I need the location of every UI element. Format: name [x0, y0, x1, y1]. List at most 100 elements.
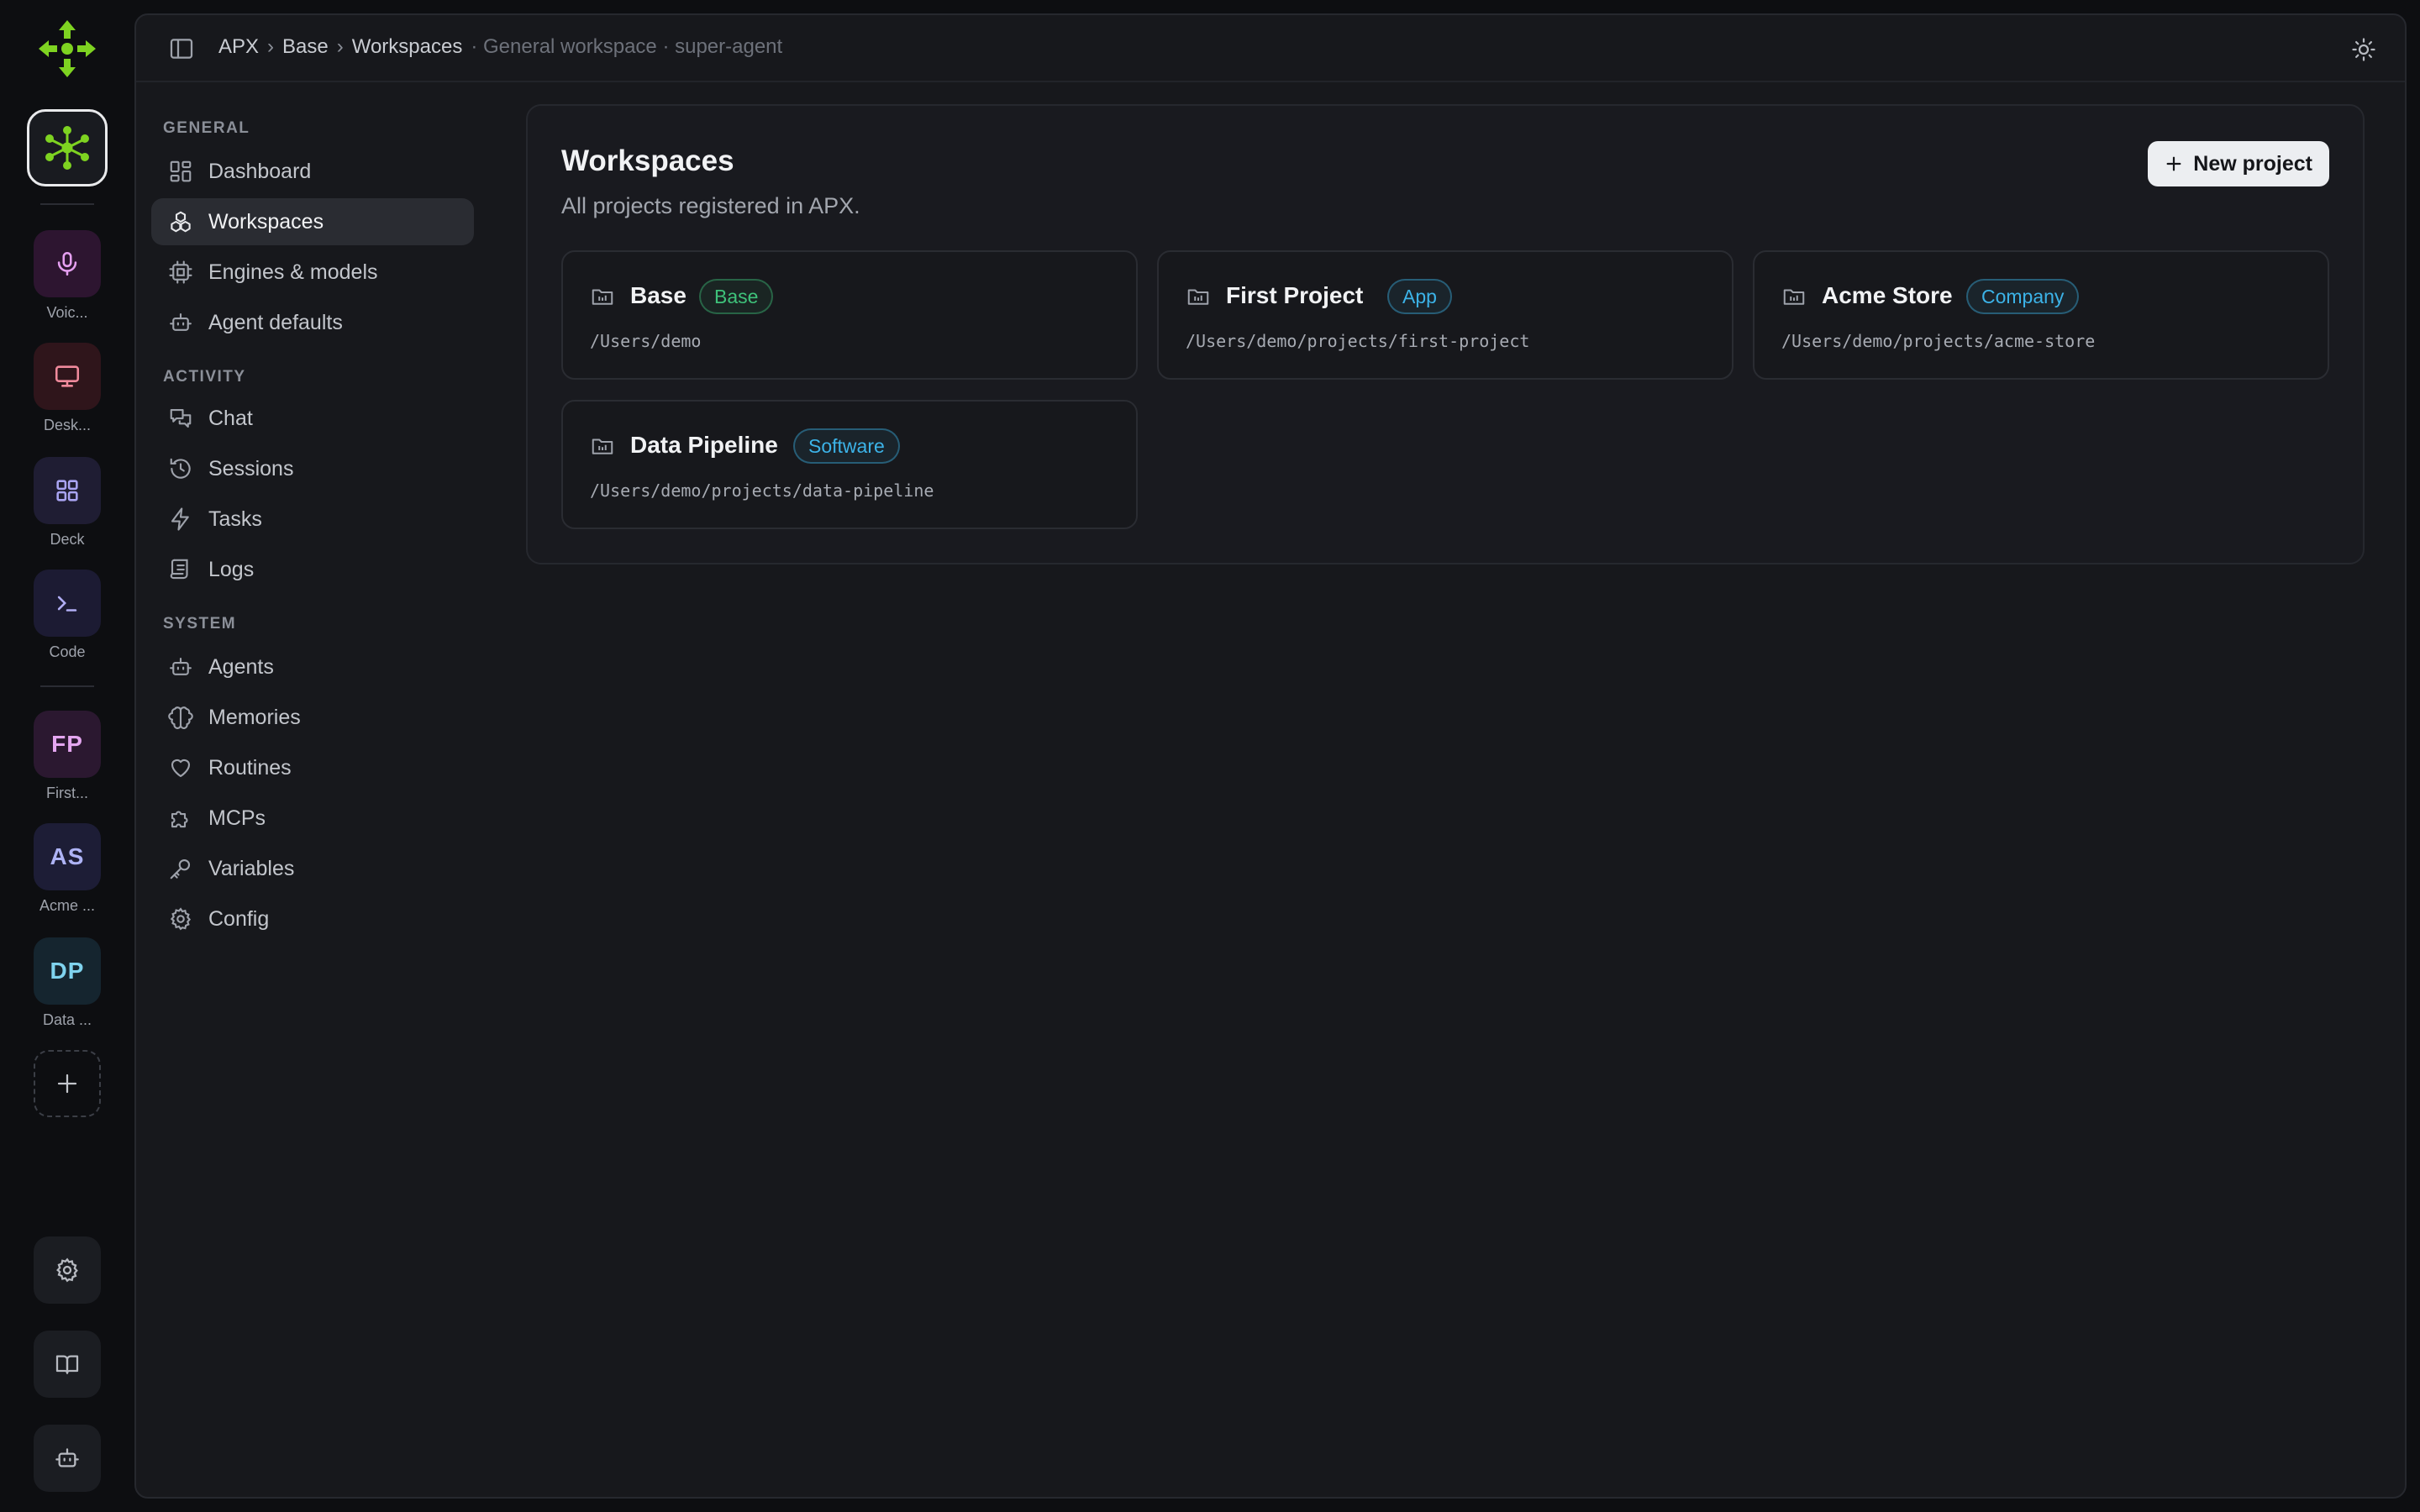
- rail-divider: [40, 685, 94, 687]
- sidebar-item-label: Engines & models: [208, 260, 378, 284]
- workspace-card-first-project[interactable]: First Project App /Users/demo/projects/f…: [1157, 250, 1733, 380]
- page-title: Workspaces: [561, 144, 734, 177]
- folder-icon: [592, 438, 613, 454]
- main-window: APX › Base › Workspaces · General worksp…: [134, 13, 2407, 1499]
- folder-icon: [1187, 289, 1209, 305]
- section-system: SYSTEM: [163, 615, 237, 633]
- rail-voice-button[interactable]: [34, 230, 101, 297]
- workspace-name: Base: [630, 282, 687, 308]
- workspace-type-badge: Company: [1966, 279, 2080, 314]
- rail-voice-label: Voic...: [46, 304, 88, 321]
- rail-code-label: Code: [49, 643, 86, 660]
- puzzle-icon: [171, 811, 188, 828]
- breadcrumb-separator: ›: [336, 35, 344, 58]
- breadcrumb-context: · General workspace · super-agent: [471, 35, 783, 58]
- section-activity: ACTIVITY: [163, 368, 246, 386]
- workspace-card-acme-store[interactable]: Acme Store Company /Users/demo/projects/…: [1753, 250, 2329, 380]
- breadcrumb-separator: ›: [267, 35, 275, 58]
- history-icon: [170, 458, 191, 479]
- robot-icon: [55, 1448, 79, 1467]
- apx-logo-icon[interactable]: [37, 18, 97, 79]
- breadcrumb-workspaces[interactable]: Workspaces: [352, 35, 463, 59]
- workspace-card-data-pipeline[interactable]: Data Pipeline Software /Users/demo/proje…: [561, 400, 1138, 529]
- add-project-button[interactable]: [34, 1050, 101, 1117]
- workspace-name: First Project: [1226, 282, 1364, 308]
- workspace-path: /Users/demo/projects/acme-store: [1781, 331, 2096, 351]
- sidebar-item-dashboard[interactable]: Dashboard: [151, 148, 474, 195]
- dashboard-icon: [170, 160, 192, 182]
- settings-button[interactable]: [34, 1236, 101, 1304]
- workspace-path: /Users/demo: [590, 331, 702, 351]
- rail-deck-label: Deck: [50, 531, 85, 548]
- microphone-icon: [57, 251, 77, 276]
- sidebar-item-chat[interactable]: Chat: [151, 395, 474, 442]
- breadcrumb: APX › Base › Workspaces · General worksp…: [218, 35, 782, 59]
- sidebar-item-mcps[interactable]: MCPs: [151, 795, 474, 842]
- sidebar-item-label: MCPs: [208, 806, 266, 830]
- sidebar-item-agents[interactable]: Agents: [151, 643, 474, 690]
- agent-button[interactable]: [34, 1425, 101, 1492]
- sidebar-item-sessions[interactable]: Sessions: [151, 445, 474, 492]
- workspace-path: /Users/demo/projects/data-pipeline: [590, 480, 934, 501]
- hub-network-icon: [45, 126, 89, 170]
- workspace-type-badge: App: [1387, 279, 1452, 314]
- robot-icon: [170, 657, 192, 675]
- top-bar: APX › Base › Workspaces · General worksp…: [136, 15, 2405, 82]
- rail-project-label: First...: [46, 785, 88, 801]
- monitor-icon: [55, 365, 80, 387]
- sidebar-item-label: Variables: [208, 856, 295, 880]
- sidebar-item-logs[interactable]: Logs: [151, 546, 474, 593]
- book-open-icon: [55, 1355, 79, 1374]
- rail-project-first-project[interactable]: FP: [34, 711, 101, 778]
- rail-code-button[interactable]: [34, 570, 101, 637]
- robot-icon: [170, 312, 192, 331]
- project-initials: FP: [51, 731, 83, 757]
- sidebar-item-label: Agents: [208, 654, 274, 679]
- boxes-icon: [171, 211, 191, 233]
- workspace-path: /Users/demo/projects/first-project: [1186, 331, 1530, 351]
- new-project-button[interactable]: New project: [2148, 141, 2329, 186]
- folder-icon: [592, 289, 613, 305]
- sidebar-toggle-icon[interactable]: [168, 35, 195, 62]
- workspace-name: Acme Store: [1822, 282, 1953, 308]
- breadcrumb-base[interactable]: Base: [282, 35, 329, 59]
- sidebar-item-agent-defaults[interactable]: Agent defaults: [151, 299, 474, 346]
- sidebar-item-memories[interactable]: Memories: [151, 694, 474, 741]
- gear-icon: [170, 907, 192, 931]
- workspace-name: Data Pipeline: [630, 432, 778, 458]
- sidebar-item-variables[interactable]: Variables: [151, 845, 474, 892]
- rail-apx-hub-button[interactable]: [27, 109, 108, 186]
- sun-icon[interactable]: [2351, 37, 2376, 62]
- breadcrumb-apx[interactable]: APX: [218, 35, 259, 59]
- page-subtitle: All projects registered in APX.: [561, 193, 860, 218]
- rail-desktop-button[interactable]: [34, 343, 101, 410]
- project-initials: AS: [50, 843, 85, 869]
- app-rail: Voic... Desk... Deck Code FP First... AS…: [0, 0, 134, 1512]
- cpu-icon: [169, 260, 192, 284]
- sidebar-item-config[interactable]: Config: [151, 895, 474, 942]
- rail-project-label: Data ...: [42, 1011, 92, 1028]
- sidebar: GENERAL Dashboard Workspaces Engines & m…: [136, 84, 489, 1495]
- sidebar-item-label: Config: [208, 906, 270, 931]
- sidebar-item-label: Workspaces: [208, 209, 324, 234]
- sidebar-item-engines[interactable]: Engines & models: [151, 249, 474, 296]
- project-initials: DP: [50, 958, 85, 984]
- sidebar-item-label: Dashboard: [208, 159, 312, 183]
- rail-project-acme-store[interactable]: AS: [34, 823, 101, 890]
- workspace-card-base[interactable]: Base Base /Users/demo: [561, 250, 1138, 380]
- sidebar-item-label: Memories: [208, 705, 301, 729]
- docs-button[interactable]: [34, 1331, 101, 1398]
- workspace-type-badge: Base: [699, 279, 774, 314]
- heart-icon: [171, 759, 191, 778]
- sidebar-item-label: Sessions: [208, 456, 294, 480]
- sidebar-item-label: Tasks: [208, 507, 262, 531]
- rail-desktop-label: Desk...: [43, 417, 91, 433]
- sidebar-item-tasks[interactable]: Tasks: [151, 496, 474, 543]
- brain-icon: [168, 706, 193, 729]
- grid-icon: [56, 480, 78, 501]
- rail-deck-button[interactable]: [34, 457, 101, 524]
- sidebar-item-workspaces[interactable]: Workspaces: [151, 198, 474, 245]
- key-icon: [170, 858, 191, 879]
- rail-project-data-pipeline[interactable]: DP: [34, 937, 101, 1005]
- sidebar-item-routines[interactable]: Routines: [151, 744, 474, 791]
